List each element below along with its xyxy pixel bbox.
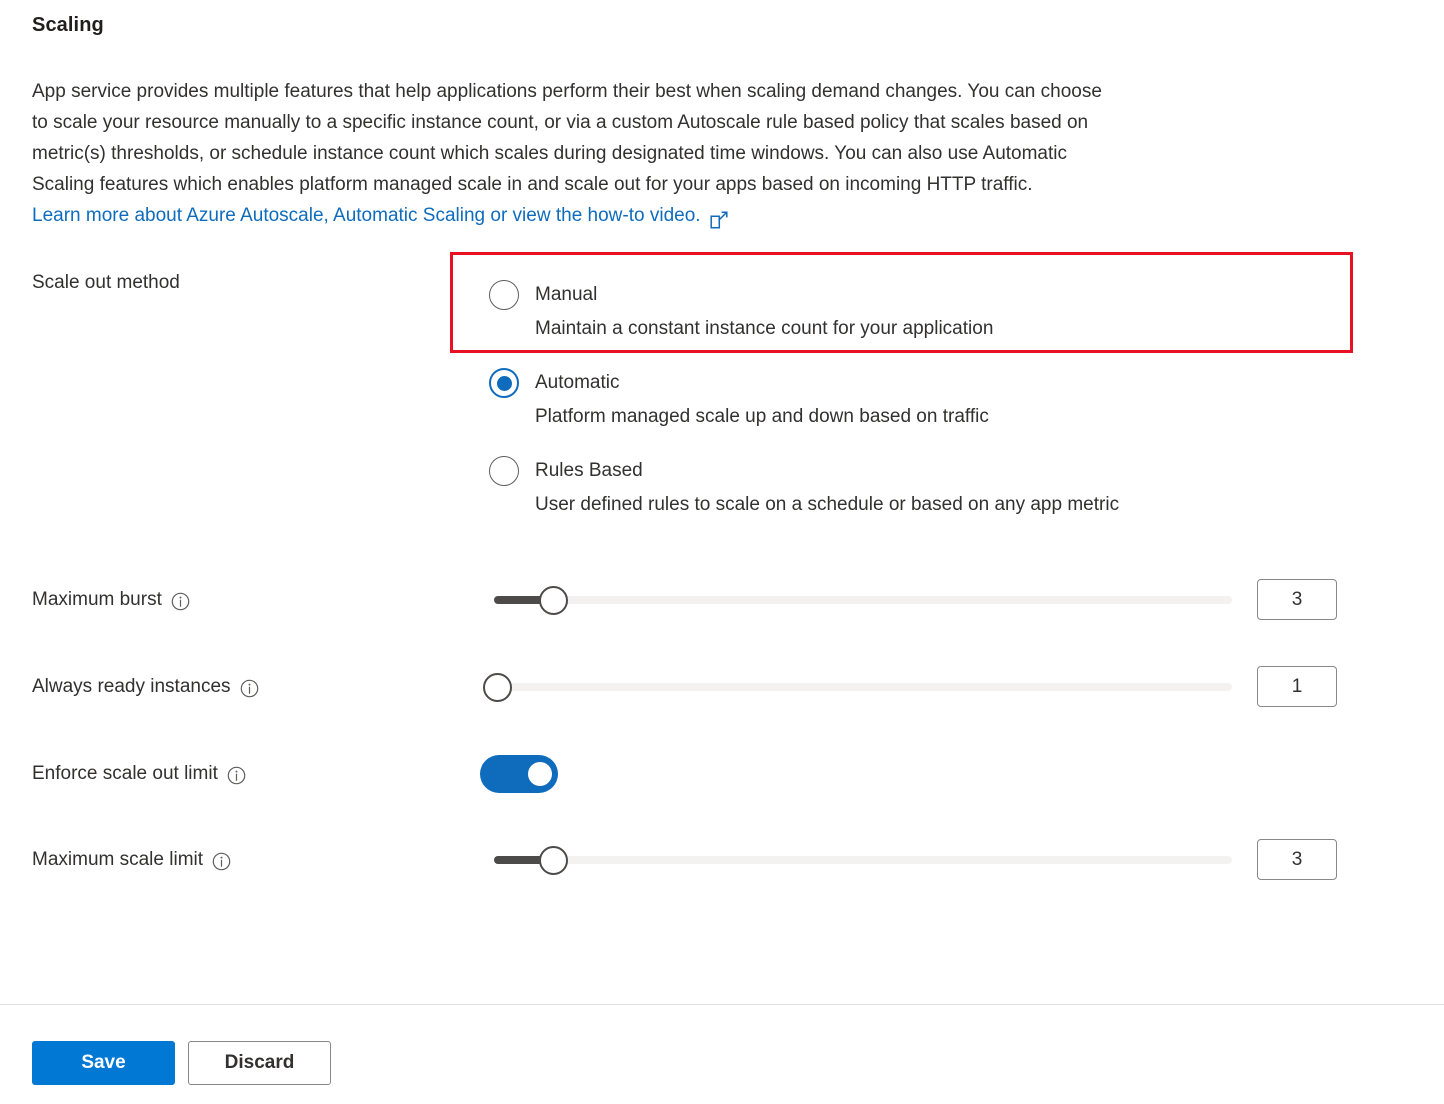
always-ready-instances-slider[interactable] bbox=[482, 665, 1232, 709]
slider-thumb[interactable] bbox=[538, 585, 568, 615]
description-line-3: metric(s) thresholds, or schedule instan… bbox=[32, 143, 1067, 164]
radio-label-automatic: Automatic bbox=[535, 372, 620, 393]
radio-label-rules-based: Rules Based bbox=[535, 460, 643, 481]
page-title: Scaling bbox=[32, 14, 104, 36]
discard-button[interactable]: Discard bbox=[188, 1041, 331, 1085]
save-button[interactable]: Save bbox=[32, 1041, 175, 1085]
setting-row-maximum-burst: Maximum burst 3 bbox=[0, 578, 1444, 622]
radio-option-manual[interactable]: Manual Maintain a constant instance coun… bbox=[489, 278, 1119, 346]
description-line-4: Scaling features which enables platform … bbox=[32, 174, 1033, 195]
scale-out-method-radio-group: Manual Maintain a constant instance coun… bbox=[489, 278, 1119, 522]
page-description: App service provides multiple features t… bbox=[32, 76, 1352, 200]
setting-row-always-ready-instances: Always ready instances 1 bbox=[0, 665, 1444, 709]
learn-more-row: Learn more about Azure Autoscale, Automa… bbox=[32, 200, 728, 231]
footer-actions: Save Discard bbox=[32, 1041, 331, 1085]
description-line-1: App service provides multiple features t… bbox=[32, 81, 1102, 102]
footer-divider bbox=[0, 1004, 1444, 1005]
slider-track[interactable] bbox=[494, 856, 1232, 864]
radio-circle-rules-based[interactable] bbox=[489, 456, 519, 486]
radio-description-rules-based: User defined rules to scale on a schedul… bbox=[535, 494, 1120, 515]
maximum-burst-value-input[interactable]: 3 bbox=[1257, 579, 1337, 620]
always-ready-instances-label: Always ready instances bbox=[32, 665, 259, 709]
maximum-burst-label: Maximum burst bbox=[32, 578, 190, 622]
info-icon[interactable] bbox=[227, 766, 246, 785]
radio-circle-manual[interactable] bbox=[489, 280, 519, 310]
radio-label-manual: Manual bbox=[535, 284, 598, 305]
info-icon[interactable] bbox=[212, 852, 231, 871]
learn-more-link[interactable]: Learn more about Azure Autoscale, Automa… bbox=[32, 200, 701, 231]
enforce-scale-out-limit-label: Enforce scale out limit bbox=[32, 752, 246, 796]
enforce-scale-out-limit-toggle[interactable] bbox=[480, 755, 558, 793]
always-ready-instances-value-input[interactable]: 1 bbox=[1257, 666, 1337, 707]
slider-thumb[interactable] bbox=[482, 672, 512, 702]
slider-thumb[interactable] bbox=[538, 845, 568, 875]
enforce-scale-out-limit-label-text: Enforce scale out limit bbox=[32, 763, 218, 784]
slider-track[interactable] bbox=[494, 596, 1232, 604]
radio-circle-automatic[interactable] bbox=[489, 368, 519, 398]
radio-description-manual: Maintain a constant instance count for y… bbox=[535, 318, 994, 339]
maximum-scale-limit-slider[interactable] bbox=[494, 838, 1232, 882]
radio-option-automatic[interactable]: Automatic Platform managed scale up and … bbox=[489, 366, 1119, 434]
info-icon[interactable] bbox=[171, 592, 190, 611]
setting-row-maximum-scale-limit: Maximum scale limit 3 bbox=[0, 838, 1444, 882]
maximum-scale-limit-label: Maximum scale limit bbox=[32, 838, 231, 882]
info-icon[interactable] bbox=[240, 679, 259, 698]
toggle-knob bbox=[528, 762, 552, 786]
maximum-scale-limit-value-input[interactable]: 3 bbox=[1257, 839, 1337, 880]
maximum-scale-limit-label-text: Maximum scale limit bbox=[32, 849, 204, 870]
maximum-burst-label-text: Maximum burst bbox=[32, 589, 162, 610]
external-link-icon[interactable] bbox=[709, 208, 728, 229]
always-ready-instances-label-text: Always ready instances bbox=[32, 676, 231, 697]
description-line-2: to scale your resource manually to a spe… bbox=[32, 112, 1089, 133]
radio-option-rules-based[interactable]: Rules Based User defined rules to scale … bbox=[489, 454, 1119, 522]
radio-description-automatic: Platform managed scale up and down based… bbox=[535, 406, 989, 427]
scaling-page: Scaling App service provides multiple fe… bbox=[0, 0, 1444, 1104]
scale-out-method-label: Scale out method bbox=[32, 272, 180, 293]
slider-track[interactable] bbox=[497, 683, 1232, 691]
setting-row-enforce-scale-out-limit: Enforce scale out limit bbox=[0, 752, 1444, 796]
maximum-burst-slider[interactable] bbox=[494, 578, 1232, 622]
